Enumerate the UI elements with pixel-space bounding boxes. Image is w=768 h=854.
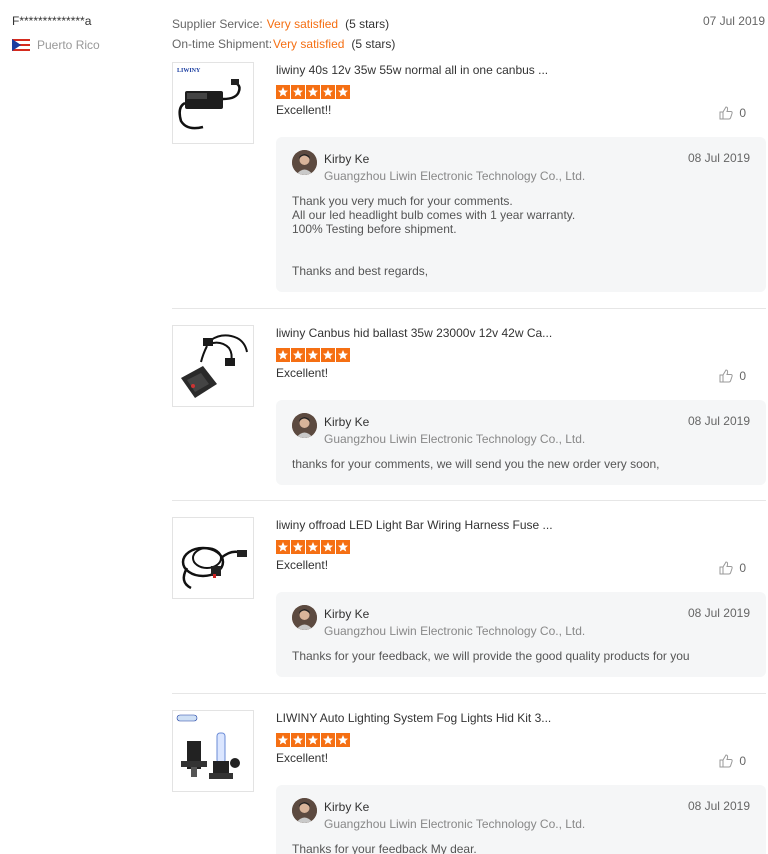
review-comment: Excellent!! <box>276 103 332 117</box>
star-icon <box>276 540 290 554</box>
on-time-shipment-row: On-time Shipment: Very satisfied (5 star… <box>172 34 395 54</box>
review-stars <box>276 85 766 99</box>
reply-company[interactable]: Guangzhou Liwin Electronic Technology Co… <box>324 624 585 638</box>
star-icon <box>321 85 335 99</box>
reply-text: Thanks for your feedback My dear. <box>292 842 477 854</box>
product-thumbnail[interactable] <box>172 710 254 792</box>
supplier-reply: Kirby Ke Guangzhou Liwin Electronic Tech… <box>276 400 766 485</box>
star-icon <box>336 733 350 747</box>
reply-date: 08 Jul 2019 <box>687 799 750 813</box>
supplier-reply: Kirby Ke Guangzhou Liwin Electronic Tech… <box>276 785 766 854</box>
star-icon <box>291 540 305 554</box>
svg-text:LIWINY: LIWINY <box>177 68 201 74</box>
reply-date: 08 Jul 2019 <box>687 414 750 428</box>
reply-company[interactable]: Guangzhou Liwin Electronic Technology Co… <box>324 169 585 183</box>
avatar <box>292 798 317 823</box>
product-thumbnail[interactable] <box>172 517 254 599</box>
reply-date: 08 Jul 2019 <box>687 151 750 165</box>
thumbs-up-icon <box>719 369 733 383</box>
review-stars <box>276 348 766 362</box>
reply-text: thanks for your comments, we will send y… <box>292 457 660 471</box>
reply-date: 08 Jul 2019 <box>687 606 750 620</box>
star-icon <box>276 348 290 362</box>
product-review: LIWINY liwiny 40s 12v 35w 55w normal all… <box>172 62 766 294</box>
star-icon <box>306 85 320 99</box>
on-time-shipment-label: On-time Shipment: <box>172 37 273 51</box>
on-time-shipment-stars: (5 stars) <box>351 37 396 51</box>
star-icon <box>291 733 305 747</box>
review-stars <box>276 540 766 554</box>
product-review: liwiny offroad LED Light Bar Wiring Harn… <box>172 517 766 679</box>
reply-text: Thank you very much for your comments. A… <box>292 194 576 278</box>
divider <box>172 693 766 694</box>
star-icon <box>276 85 290 99</box>
thumbs-up-icon <box>719 106 733 120</box>
supplier-reply: Kirby Ke Guangzhou Liwin Electronic Tech… <box>276 137 766 292</box>
reply-text: Thanks for your feedback, we will provid… <box>292 649 690 663</box>
supplier-service-stars: (5 stars) <box>345 17 390 31</box>
star-icon <box>306 348 320 362</box>
product-thumbnail[interactable] <box>172 325 254 407</box>
avatar <box>292 150 317 175</box>
hid-ballast-box-icon: LIWINY <box>173 63 253 143</box>
like-count: 0 <box>739 561 746 575</box>
supplier-service-row: Supplier Service: Very satisfied (5 star… <box>172 14 395 34</box>
on-time-shipment-value: Very satisfied <box>273 37 345 51</box>
reply-company[interactable]: Guangzhou Liwin Electronic Technology Co… <box>324 432 585 446</box>
supplier-reply: Kirby Ke Guangzhou Liwin Electronic Tech… <box>276 592 766 677</box>
star-icon <box>336 85 350 99</box>
hid-bulbs-icon <box>173 711 253 791</box>
star-icon <box>306 733 320 747</box>
thumbs-up-icon <box>719 561 733 575</box>
buyer-name: F**************a <box>12 14 92 28</box>
star-icon <box>276 733 290 747</box>
reply-author-name: Kirby Ke <box>324 607 370 621</box>
star-icon <box>291 348 305 362</box>
puerto-rico-flag-icon <box>12 39 30 51</box>
star-icon <box>336 540 350 554</box>
product-title[interactable]: liwiny offroad LED Light Bar Wiring Harn… <box>276 517 766 533</box>
divider <box>172 500 766 501</box>
review-comment: Excellent! <box>276 751 329 765</box>
review-comment: Excellent! <box>276 558 329 572</box>
reply-company[interactable]: Guangzhou Liwin Electronic Technology Co… <box>324 817 585 831</box>
product-title[interactable]: LIWINY Auto Lighting System Fog Lights H… <box>276 710 766 726</box>
like-count: 0 <box>739 106 746 120</box>
buyer-info: F**************a Puerto Rico <box>12 14 100 52</box>
wiring-harness-icon <box>173 518 253 598</box>
supplier-service-label: Supplier Service: <box>172 17 263 31</box>
thumbs-up-icon <box>719 754 733 768</box>
country-name: Puerto Rico <box>37 38 100 52</box>
buyer-country: Puerto Rico <box>12 38 100 52</box>
like-count: 0 <box>739 369 746 383</box>
like-button[interactable]: 0 <box>719 561 746 575</box>
star-icon <box>321 540 335 554</box>
like-button[interactable]: 0 <box>719 754 746 768</box>
reply-author-name: Kirby Ke <box>324 800 370 814</box>
star-icon <box>291 85 305 99</box>
like-button[interactable]: 0 <box>719 106 746 120</box>
star-icon <box>321 348 335 362</box>
review-stars <box>276 733 766 747</box>
divider <box>172 308 766 309</box>
supplier-ratings: Supplier Service: Very satisfied (5 star… <box>172 14 395 54</box>
review-comment: Excellent! <box>276 366 329 380</box>
star-icon <box>336 348 350 362</box>
canbus-ballast-icon <box>173 326 253 406</box>
avatar <box>292 413 317 438</box>
product-thumbnail[interactable]: LIWINY <box>172 62 254 144</box>
star-icon <box>321 733 335 747</box>
star-icon <box>306 540 320 554</box>
product-review: liwiny Canbus hid ballast 35w 23000v 12v… <box>172 325 766 487</box>
product-title[interactable]: liwiny Canbus hid ballast 35w 23000v 12v… <box>276 325 766 341</box>
review-date: 07 Jul 2019 <box>702 14 765 28</box>
supplier-service-value: Very satisfied <box>266 17 339 31</box>
avatar <box>292 605 317 630</box>
reply-author-name: Kirby Ke <box>324 152 370 166</box>
product-title[interactable]: liwiny 40s 12v 35w 55w normal all in one… <box>276 62 766 78</box>
like-count: 0 <box>739 754 746 768</box>
reply-author-name: Kirby Ke <box>324 415 370 429</box>
product-review: LIWINY Auto Lighting System Fog Lights H… <box>172 710 766 854</box>
like-button[interactable]: 0 <box>719 369 746 383</box>
